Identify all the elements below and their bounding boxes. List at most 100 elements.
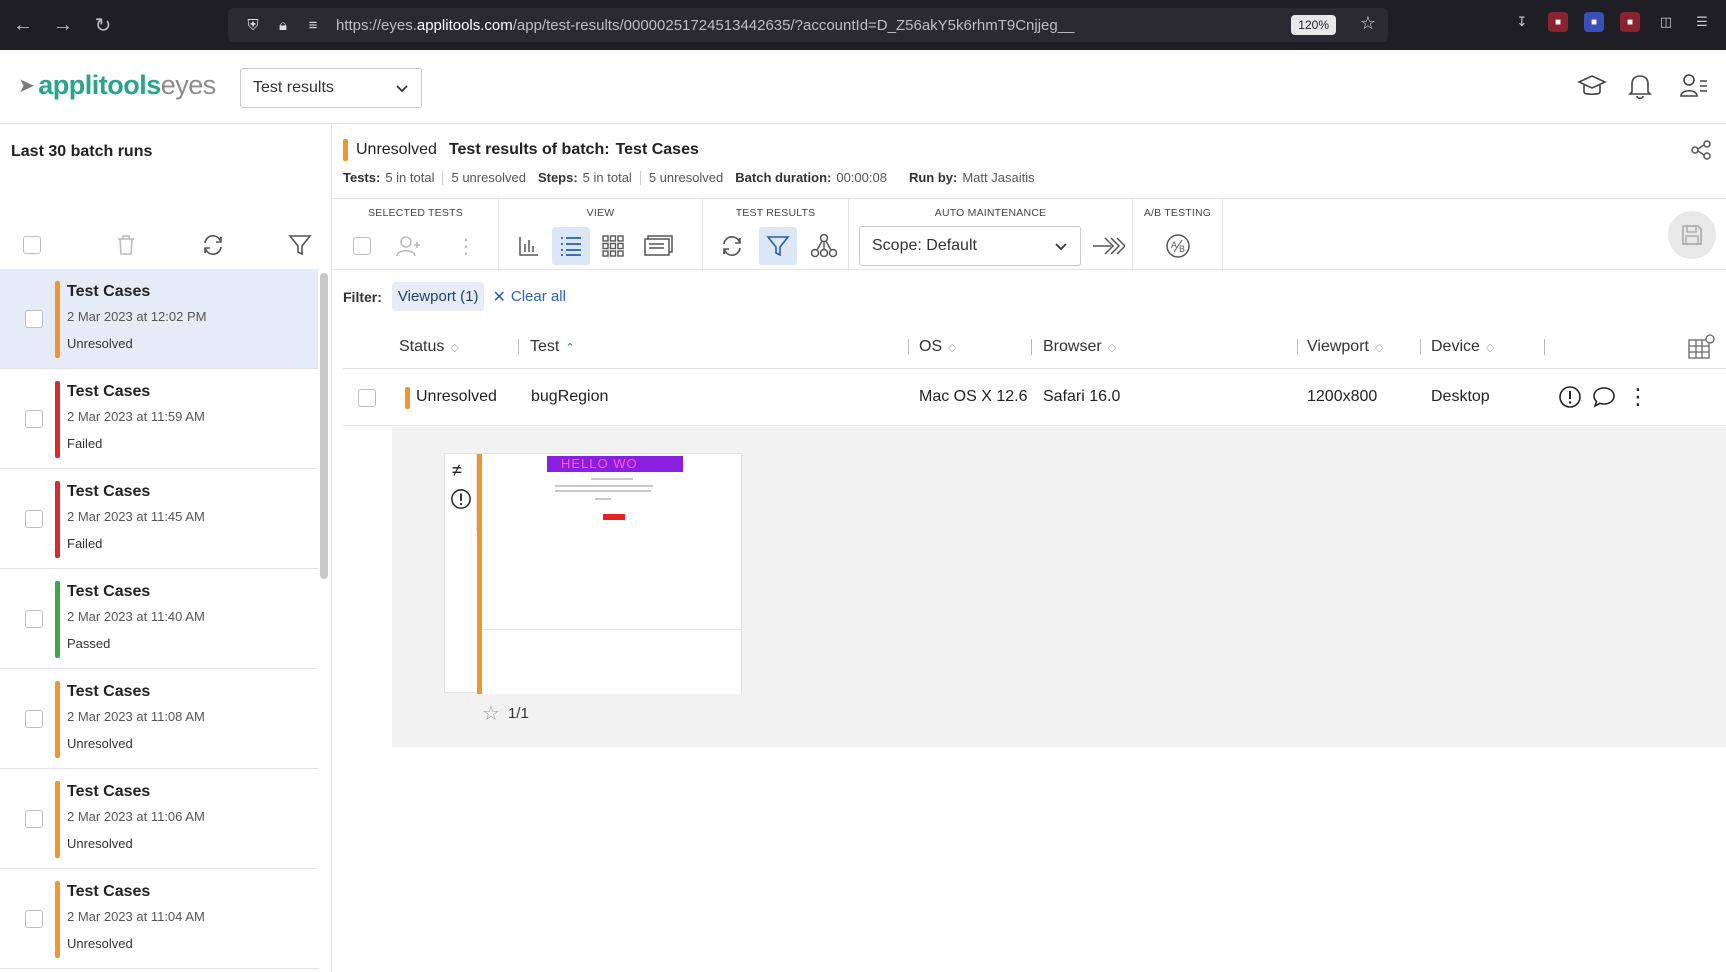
batch-name: Test Cases	[67, 883, 151, 900]
refresh-icon[interactable]	[197, 229, 229, 261]
batch-checkbox[interactable]	[25, 410, 43, 428]
apply-maintenance-icon[interactable]	[1089, 227, 1127, 265]
page-view-select-value: Test results	[253, 79, 334, 96]
batch-list-item[interactable]: Test Cases 2 Mar 2023 at 11:45 AM Failed	[0, 469, 318, 569]
list-view-icon[interactable]	[552, 227, 590, 265]
batch-list-item[interactable]: Test Cases 2 Mar 2023 at 11:40 AM Passed	[0, 569, 318, 669]
row-test-name[interactable]: bugRegion	[531, 388, 608, 406]
batch-checkbox[interactable]	[25, 910, 43, 928]
thumbnail-side-icons: ≠	[445, 454, 477, 532]
batch-list-item[interactable]: Test Cases 2 Mar 2023 at 11:59 AM Failed	[0, 369, 318, 469]
batch-list-item[interactable]: Test Cases 2 Mar 2023 at 12:02 PM Unresolv…	[0, 269, 318, 369]
batch-date: 2 Mar 2023 at 11:40 AM	[67, 609, 205, 624]
filter-row: Filter: Viewport (1) ✕ Clear all	[343, 282, 566, 311]
issue-icon[interactable]	[1558, 385, 1582, 414]
graduation-cap-icon[interactable]	[1574, 68, 1610, 104]
assign-user-icon[interactable]	[390, 227, 428, 265]
batch-checkbox[interactable]	[25, 810, 43, 828]
column-header-status[interactable]: Status ◇	[399, 338, 459, 356]
row-status: Unresolved	[416, 388, 497, 405]
more-actions-icon[interactable]: ⋮	[447, 227, 485, 265]
steps-total: 5 in total	[582, 170, 632, 185]
svg-text:B: B	[1179, 244, 1185, 254]
clear-all-button[interactable]: ✕ Clear all	[492, 287, 565, 307]
comment-icon[interactable]	[1592, 385, 1616, 414]
column-header-device[interactable]: Device ◇	[1431, 338, 1494, 356]
table-row[interactable]: Unresolved bugRegion Mac OS X 12.6 Safar…	[343, 370, 1726, 426]
bar-chart-view-icon[interactable]	[510, 227, 548, 265]
tests-label: Tests:	[343, 170, 381, 185]
refresh-results-icon[interactable]	[713, 227, 751, 265]
sidebar-scrollbar[interactable]	[320, 273, 328, 579]
url-text[interactable]: https://eyes.applitools.com/app/test-res…	[336, 17, 1074, 34]
row-checkbox[interactable]	[358, 389, 376, 407]
sort-icon: ◇	[1485, 341, 1495, 354]
cluster-icon[interactable]	[805, 227, 843, 265]
reload-icon[interactable]: ↻	[86, 8, 120, 42]
back-icon[interactable]: ←	[6, 8, 40, 42]
scope-select[interactable]: Scope: Default	[859, 226, 1081, 266]
batch-name: Test Cases	[67, 483, 151, 500]
batch-checkbox[interactable]	[25, 610, 43, 628]
batch-checkbox[interactable]	[25, 510, 43, 528]
runby-label: Run by:	[908, 170, 958, 185]
extension-icon-1[interactable]: ■	[1548, 12, 1568, 32]
download-icon[interactable]: ↧	[1512, 12, 1532, 32]
filter-results-icon[interactable]	[759, 227, 797, 265]
applitools-logo[interactable]: ➤ applitools eyes	[18, 70, 216, 101]
batch-status-text: Passed	[67, 636, 111, 651]
page-view-select[interactable]: Test results	[240, 68, 422, 108]
sort-ascending-icon: ⌃	[565, 341, 575, 354]
sidebar-title: Last 30 batch runs	[11, 143, 153, 160]
forward-icon[interactable]: →	[46, 8, 80, 42]
star-icon[interactable]: ☆	[482, 701, 500, 726]
step-thumbnail-card[interactable]: ≠ HELLO WO	[444, 453, 742, 694]
filter-icon[interactable]	[284, 229, 316, 261]
ab-testing-icon[interactable]: AB	[1159, 227, 1197, 265]
grid-view-icon[interactable]	[594, 227, 632, 265]
batch-list-item[interactable]: Test Cases 2 Mar 2023 at 11:06 AM Unresolv…	[0, 769, 318, 869]
batch-header: Unresolved Test results of batch: Test C…	[343, 139, 699, 161]
shield-icon[interactable]: ⛨	[240, 17, 266, 34]
permissions-icon[interactable]: ≡	[300, 17, 326, 34]
issue-icon	[450, 488, 472, 515]
column-header-viewport[interactable]: Viewport ◇	[1307, 338, 1383, 356]
details-view-icon[interactable]	[640, 227, 678, 265]
lock-icon[interactable]: 🔒︎	[270, 17, 296, 34]
menu-icon[interactable]: ☰	[1692, 12, 1712, 32]
select-all-batches-checkbox[interactable]	[16, 229, 48, 261]
extension-icon-2[interactable]: ■	[1584, 12, 1604, 32]
batch-status-bar	[55, 881, 60, 958]
duration-label: Batch duration:	[735, 170, 832, 185]
column-settings-icon[interactable]	[1688, 333, 1716, 366]
batch-checkbox[interactable]	[25, 310, 43, 328]
row-more-icon[interactable]: ⋮	[1627, 384, 1649, 410]
column-header-test[interactable]: Test ⌃	[530, 338, 575, 356]
thumbnail-status-bar	[477, 454, 482, 694]
batch-list-item[interactable]: Test Cases 2 Mar 2023 at 11:08 AM Unresolv…	[0, 669, 318, 769]
column-header-browser[interactable]: Browser ◇	[1043, 338, 1116, 356]
address-bar[interactable]: ⛨ 🔒︎ ≡ https://eyes.applitools.com/app/t…	[228, 8, 1388, 42]
step-count: 1/1	[507, 705, 529, 722]
user-menu-icon[interactable]	[1676, 68, 1712, 104]
save-icon[interactable]	[1668, 211, 1716, 259]
bell-icon[interactable]	[1622, 68, 1658, 104]
step-screenshot-image[interactable]: HELLO WO	[483, 454, 741, 694]
column-header-os[interactable]: OS ◇	[919, 338, 957, 356]
bookmark-star-icon[interactable]: ☆	[1360, 13, 1376, 34]
screenshot-red-button	[603, 514, 625, 520]
sort-icon: ◇	[948, 341, 957, 354]
trash-icon[interactable]	[110, 229, 142, 261]
batch-status-bar	[55, 581, 60, 658]
batch-checkbox[interactable]	[25, 710, 43, 728]
batch-list-item[interactable]: Test Cases 2 Mar 2023 at 11:04 AM Unresolv…	[0, 869, 318, 969]
puzzle-icon[interactable]: ◫	[1656, 12, 1676, 32]
select-all-tests-checkbox[interactable]	[343, 227, 381, 265]
extension-icon-3[interactable]: ■	[1620, 12, 1640, 32]
viewport-filter-chip[interactable]: Viewport (1)	[391, 282, 485, 311]
chevron-down-icon	[1055, 243, 1067, 251]
batch-status-bar	[55, 481, 60, 558]
selected-tests-group: SELECTED TESTS ⋮	[333, 199, 499, 271]
share-icon[interactable]	[1690, 139, 1712, 166]
zoom-level[interactable]: 120%	[1291, 15, 1336, 35]
